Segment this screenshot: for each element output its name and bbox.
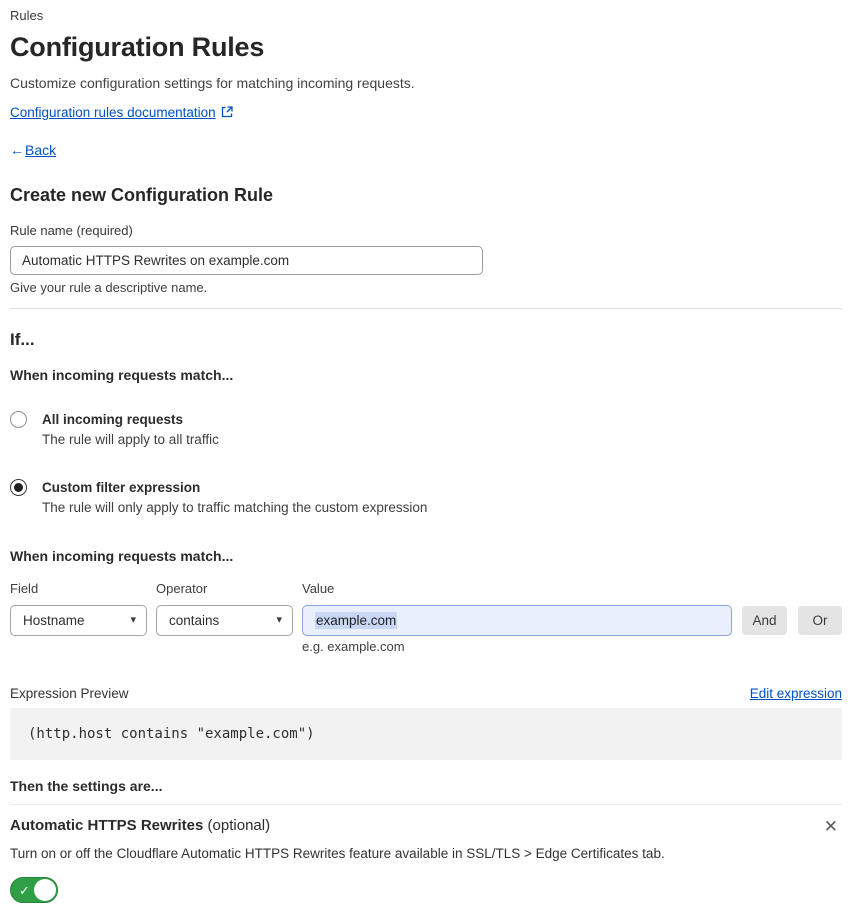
value-input[interactable]: example.com [302, 605, 732, 636]
or-button[interactable]: Or [798, 606, 842, 635]
page-subtitle: Customize configuration settings for mat… [10, 75, 415, 91]
field-select[interactable]: Hostname ▾ [10, 605, 147, 636]
toggle-knob [34, 879, 56, 901]
setting-description: Turn on or off the Cloudflare Automatic … [10, 846, 665, 861]
value-help-text: e.g. example.com [302, 639, 405, 654]
operator-select-value: contains [169, 613, 220, 628]
radio-option-custom-filter[interactable]: Custom filter expression The rule will o… [10, 479, 842, 516]
builder-column-labels: Field Operator Value [10, 581, 842, 596]
radio-checked-icon[interactable] [10, 479, 27, 496]
rule-name-help: Give your rule a descriptive name. [10, 280, 208, 295]
breadcrumb: Rules [10, 8, 44, 23]
back-link[interactable]: Back [25, 142, 56, 158]
chevron-down-icon: ▾ [130, 614, 136, 626]
check-icon: ✓ [19, 883, 30, 898]
field-label: Field [10, 581, 39, 596]
radio-option-label: Custom filter expression [42, 480, 201, 495]
field-select-value: Hostname [23, 613, 85, 628]
match-heading: When incoming requests match... [10, 367, 234, 383]
page-title: Configuration Rules [10, 32, 265, 62]
and-button[interactable]: And [742, 606, 787, 635]
if-heading: If... [10, 330, 35, 349]
operator-label: Operator [156, 581, 208, 596]
rule-name-label: Rule name (required) [10, 223, 133, 238]
expression-preview-row: Expression Preview Edit expression [10, 685, 842, 702]
rule-name-input[interactable] [10, 246, 483, 275]
edit-expression-link[interactable]: Edit expression [750, 685, 842, 702]
setting-title-optional: (optional) [203, 817, 271, 834]
builder-controls-row: Hostname ▾ contains ▾ example.com And Or [10, 605, 842, 636]
doc-link-row: Configuration rules documentation [10, 104, 842, 122]
card-divider [10, 804, 842, 805]
expression-builder-heading: When incoming requests match... [10, 548, 234, 564]
setting-title-name: Automatic HTTPS Rewrites [10, 817, 204, 834]
radio-unchecked-icon[interactable] [10, 411, 27, 428]
radio-option-all-requests[interactable]: All incoming requests The rule will appl… [10, 411, 842, 448]
value-input-text: example.com [315, 612, 398, 629]
create-rule-heading: Create new Configuration Rule [10, 185, 274, 205]
expression-preview-label: Expression Preview [10, 686, 129, 701]
radio-option-description: The rule will apply to all traffic [42, 432, 219, 447]
operator-select[interactable]: contains ▾ [156, 605, 293, 636]
then-settings-heading: Then the settings are... [10, 778, 163, 794]
expression-code-text: (http.host contains "example.com") [28, 726, 315, 742]
value-label: Value [302, 581, 335, 596]
automatic-https-rewrites-toggle[interactable]: ✓ [10, 877, 58, 903]
radio-option-label: All incoming requests [42, 412, 184, 427]
chevron-down-icon: ▾ [276, 614, 282, 626]
radio-option-texts: Custom filter expression The rule will o… [42, 479, 427, 516]
section-divider [10, 308, 842, 309]
external-link-icon [221, 105, 233, 122]
setting-card-header: Automatic HTTPS Rewrites (optional) ✕ [10, 816, 842, 837]
close-icon[interactable]: ✕ [820, 816, 842, 837]
back-arrow-icon: ← [10, 142, 24, 158]
radio-option-description: The rule will only apply to traffic matc… [42, 500, 428, 515]
setting-title: Automatic HTTPS Rewrites (optional) [10, 816, 270, 835]
radio-option-texts: All incoming requests The rule will appl… [42, 411, 219, 448]
documentation-link[interactable]: Configuration rules documentation [10, 105, 216, 120]
expression-preview-code: (http.host contains "example.com") [10, 708, 842, 760]
back-row: ←Back [10, 142, 842, 159]
